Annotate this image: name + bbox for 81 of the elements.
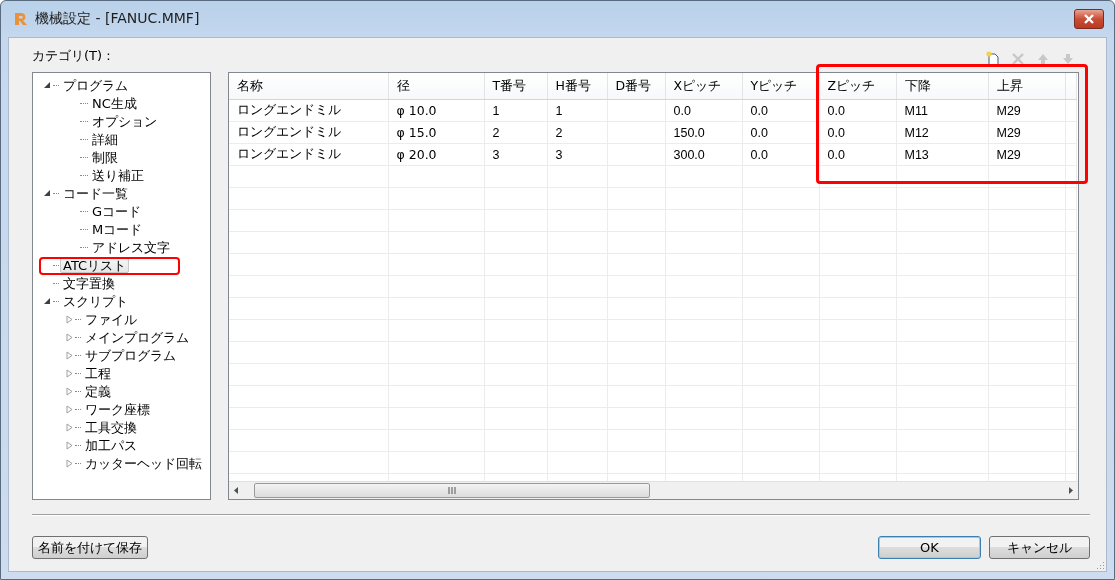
tree-item[interactable]: Gコード: [89, 203, 145, 219]
scroll-thumb[interactable]: [254, 483, 650, 498]
table-cell: 150.0: [665, 121, 742, 144]
table-cell: M29: [988, 143, 1065, 166]
table-cell: M29: [988, 121, 1065, 144]
tree-item[interactable]: 工程: [82, 365, 114, 381]
tree-item[interactable]: ファイル: [82, 311, 140, 327]
table-cell: 2: [547, 121, 607, 144]
app-logo-icon: [13, 11, 29, 27]
table-cell: M12: [896, 121, 988, 144]
tree-item[interactable]: サブプログラム: [82, 347, 179, 363]
tree-item[interactable]: Mコード: [89, 221, 146, 237]
table-cell: 1: [547, 99, 607, 122]
tree-item[interactable]: コード一覧: [60, 185, 131, 201]
tree-item[interactable]: 加工パス: [82, 437, 140, 453]
table-cell: 3: [547, 143, 607, 166]
table-cell: M29: [988, 99, 1065, 122]
cancel-button[interactable]: キャンセル: [989, 536, 1090, 559]
column-header[interactable]: 径: [388, 73, 484, 100]
collapsed-arrow-icon[interactable]: [65, 350, 74, 360]
table-cell: 0.0: [819, 143, 896, 166]
collapsed-arrow-icon[interactable]: [65, 440, 74, 450]
column-header[interactable]: Yピッチ: [742, 73, 819, 100]
table-cell: φ 15.0: [388, 121, 484, 144]
column-header[interactable]: Zピッチ: [819, 73, 896, 100]
tree-item[interactable]: アドレス文字: [89, 239, 173, 255]
collapsed-arrow-icon[interactable]: [65, 368, 74, 378]
table-cell: ロングエンドミル: [229, 99, 388, 122]
table-cell: M13: [896, 143, 988, 166]
table-cell: M11: [896, 99, 988, 122]
window-title: 機械設定 - [FANUC.MMF]: [35, 10, 200, 28]
column-header[interactable]: 名称: [229, 73, 388, 100]
category-label: カテゴリ(T) :: [32, 47, 111, 65]
save-as-button[interactable]: 名前を付けて保存: [32, 536, 148, 559]
tree-item[interactable]: ワーク座標: [82, 401, 153, 417]
column-header[interactable]: Xピッチ: [665, 73, 742, 100]
close-button[interactable]: [1074, 9, 1104, 29]
tree-item[interactable]: 詳細: [89, 131, 121, 147]
column-header[interactable]: H番号: [547, 73, 607, 100]
table-cell: 0.0: [742, 143, 819, 166]
tree-item[interactable]: 工具交換: [82, 419, 140, 435]
tree-item[interactable]: 送り補正: [89, 167, 147, 183]
tree-item[interactable]: メインプログラム: [82, 329, 192, 345]
column-header[interactable]: 下降: [896, 73, 988, 100]
column-header[interactable]: D番号: [607, 73, 665, 100]
expanded-arrow-icon[interactable]: [43, 80, 52, 90]
tree-item[interactable]: 制限: [89, 149, 121, 165]
table-cell: φ 20.0: [388, 143, 484, 166]
column-header[interactable]: 上昇: [988, 73, 1065, 100]
expanded-arrow-icon[interactable]: [43, 188, 52, 198]
tree-item[interactable]: オプション: [89, 113, 160, 129]
collapsed-arrow-icon[interactable]: [65, 404, 74, 414]
collapsed-arrow-icon[interactable]: [65, 332, 74, 342]
tree-item[interactable]: 文字置換: [60, 275, 118, 291]
new-file-icon[interactable]: [985, 51, 1001, 67]
table-cell: 0.0: [665, 99, 742, 122]
tree-item[interactable]: NC生成: [89, 95, 140, 111]
expanded-arrow-icon[interactable]: [43, 296, 52, 306]
ok-button[interactable]: OK: [878, 536, 981, 559]
table-cell: 3: [484, 143, 547, 166]
collapsed-arrow-icon[interactable]: [65, 314, 74, 324]
table-cell: 300.0: [665, 143, 742, 166]
table-cell: 0.0: [819, 99, 896, 122]
collapsed-arrow-icon[interactable]: [65, 386, 74, 396]
tree-item[interactable]: 定義: [82, 383, 114, 399]
tree-item[interactable]: プログラム: [60, 77, 131, 93]
close-icon: [1083, 14, 1095, 24]
collapsed-arrow-icon[interactable]: [65, 422, 74, 432]
table-cell: 0.0: [742, 99, 819, 122]
tree-item[interactable]: カッターヘッド回転: [82, 455, 205, 471]
table-cell: 0.0: [819, 121, 896, 144]
table-cell: ロングエンドミル: [229, 143, 388, 166]
resize-grip-icon[interactable]: [1095, 560, 1105, 570]
collapsed-arrow-icon[interactable]: [65, 458, 74, 468]
table-cell: 2: [484, 121, 547, 144]
column-header[interactable]: T番号: [484, 73, 547, 100]
table-cell: ロングエンドミル: [229, 121, 388, 144]
table-cell: φ 10.0: [388, 99, 484, 122]
table-cell: 0.0: [742, 121, 819, 144]
table-cell: 1: [484, 99, 547, 122]
tree-item[interactable]: スクリプト: [60, 293, 131, 309]
